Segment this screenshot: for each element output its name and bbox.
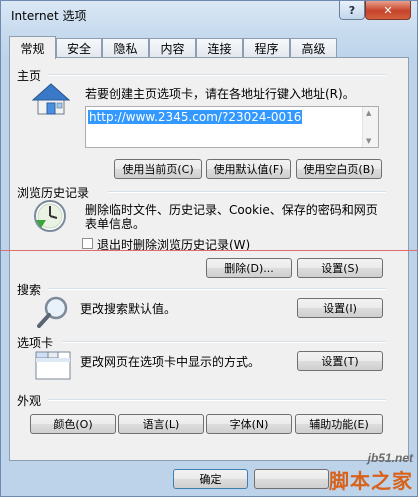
delete-on-exit-checkbox[interactable] (82, 238, 93, 249)
watermark: jb51.net 脚本之家 (329, 451, 413, 494)
appearance-section-label: 外观 (17, 394, 42, 408)
close-icon: ✕ (383, 3, 393, 17)
close-button[interactable]: ✕ (365, 1, 411, 20)
tab-connections[interactable]: 连接 (196, 38, 243, 57)
accessibility-button[interactable]: 辅助功能(E) (295, 414, 383, 434)
tabbed-window-icon (35, 351, 71, 380)
search-settings-button[interactable]: 设置(I) (297, 298, 383, 318)
tab-label: 安全 (66, 41, 91, 56)
tab-programs[interactable]: 程序 (243, 38, 290, 57)
magnifier-icon (37, 296, 68, 328)
use-current-page-button[interactable]: 使用当前页(C) (114, 159, 202, 179)
house-icon (31, 83, 71, 115)
tab-label: 程序 (254, 41, 279, 56)
languages-button[interactable]: 语言(L) (118, 414, 204, 434)
tab-label: 高级 (301, 41, 326, 56)
tab-label: 内容 (160, 41, 185, 56)
watermark-site-name: 脚本之家 (329, 471, 413, 493)
scroll-up-icon[interactable]: ▲ (366, 109, 371, 117)
title-bar[interactable]: Internet 选项 ? ✕ (1, 1, 418, 29)
cancel-button[interactable] (254, 469, 329, 489)
watermark-domain: jb51.net (367, 451, 413, 465)
history-settings-button[interactable]: 设置(S) (297, 258, 383, 278)
home-page-url-field[interactable]: http://www.2345.com/?23024-0016 ▲ ▼ (85, 106, 379, 148)
tab-advanced[interactable]: 高级 (290, 38, 337, 57)
help-button[interactable]: ? (339, 1, 365, 20)
home-page-url-text: http://www.2345.com/?23024-0016 (88, 110, 303, 124)
divider (62, 341, 386, 343)
use-default-button[interactable]: 使用默认值(F) (206, 159, 291, 179)
use-blank-page-button[interactable]: 使用空白页(B) (296, 159, 382, 179)
divider (108, 191, 386, 193)
scroll-down-icon[interactable]: ▼ (366, 137, 371, 145)
divider (48, 74, 386, 76)
general-tab-panel: 主页 若要创建主页选项卡，请在各地址行键入地址(R)。 http://www.2… (9, 57, 409, 461)
tab-strip: 常规 安全 隐私 内容 连接 程序 高级 (9, 36, 409, 59)
delete-history-button[interactable]: 删除(D)... (206, 258, 292, 278)
divider (48, 399, 386, 401)
url-field-scrollbar[interactable]: ▲ ▼ (362, 107, 378, 147)
home-instruction: 若要创建主页选项卡，请在各地址行键入地址(R)。 (85, 87, 355, 101)
search-description: 更改搜索默认值。 (80, 302, 177, 316)
divider (48, 288, 386, 290)
ok-button[interactable]: 确定 (173, 469, 248, 489)
fonts-button[interactable]: 字体(N) (206, 414, 292, 434)
clock-icon (34, 200, 66, 232)
tab-label: 隐私 (113, 41, 138, 56)
internet-options-dialog: Internet 选项 ? ✕ 常规 安全 隐私 内容 连接 程序 高级 主页 … (0, 0, 418, 497)
tab-general[interactable]: 常规 (9, 36, 56, 59)
tabs-description: 更改网页在选项卡中显示的方式。 (80, 355, 261, 369)
tab-privacy[interactable]: 隐私 (102, 38, 149, 57)
history-description-line2: 表单信息。 (85, 217, 146, 231)
help-icon: ? (348, 3, 356, 17)
annotation-line (1, 250, 418, 251)
tab-label: 常规 (20, 41, 45, 56)
tabs-settings-button[interactable]: 设置(T) (297, 351, 383, 371)
tab-security[interactable]: 安全 (56, 38, 102, 57)
tab-content[interactable]: 内容 (149, 38, 196, 57)
colors-button[interactable]: 颜色(O) (30, 414, 116, 434)
window-title: Internet 选项 (11, 9, 87, 23)
tab-label: 连接 (207, 41, 232, 56)
